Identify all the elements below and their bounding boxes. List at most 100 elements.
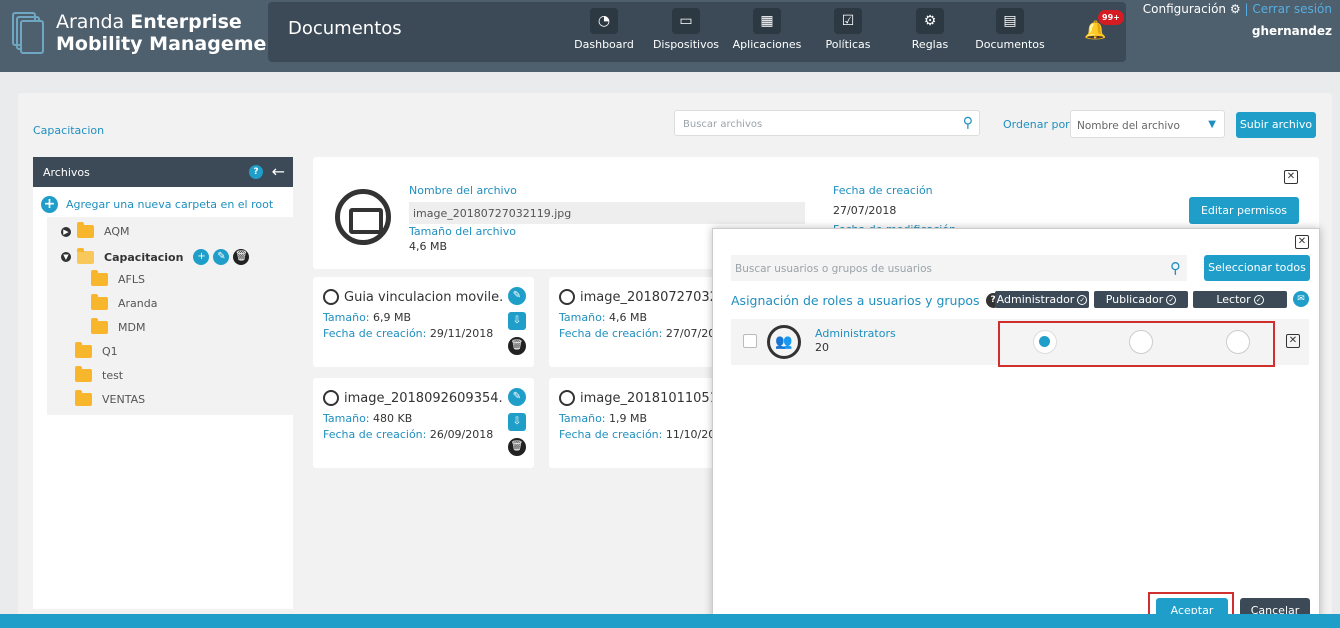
search-files-input[interactable]: Buscar archivos ⚲: [674, 110, 980, 136]
close-icon[interactable]: ✕: [1286, 334, 1300, 348]
select-all-button[interactable]: Seleccionar todos: [1204, 255, 1310, 281]
created-value: 27/07/2018: [833, 204, 897, 217]
file-card-title: Guia vinculacion movile...: [323, 289, 503, 305]
brand-line1-bold: Enterprise: [130, 11, 242, 33]
trash-icon[interactable]: 🗑: [508, 438, 526, 456]
nav-dashboard-label: Dashboard: [574, 38, 634, 51]
edit-icon[interactable]: ✎: [508, 287, 526, 305]
nav-reglas[interactable]: ⚙ Reglas: [888, 8, 972, 51]
size-value: 1,9 MB: [609, 412, 648, 425]
config-link[interactable]: Configuración: [1143, 2, 1226, 16]
folder-open-icon: [77, 247, 94, 264]
search-icon[interactable]: ⚲: [1170, 259, 1181, 277]
chevron-down-icon[interactable]: ▼: [61, 252, 71, 262]
nav-dashboard[interactable]: ◔ Dashboard: [562, 8, 646, 51]
brand[interactable]: Aranda Enterprise Mobility Management: [10, 10, 289, 56]
add-root-folder-label: Agregar una nueva carpeta en el root: [66, 198, 274, 211]
file-card-name: Guia vinculacion movile...: [344, 289, 503, 305]
breadcrumb[interactable]: Capacitacion: [33, 124, 104, 137]
row-checkbox[interactable]: [743, 334, 757, 348]
edit-icon[interactable]: ✎: [508, 388, 526, 406]
folder-icon: [77, 222, 94, 238]
mail-icon[interactable]: ✉: [1293, 291, 1309, 307]
close-icon[interactable]: ✕: [1284, 170, 1298, 184]
radio-publisher[interactable]: [1129, 330, 1153, 354]
trash-icon[interactable]: 🗑: [233, 249, 250, 265]
add-subfolder-icon[interactable]: +: [193, 249, 210, 265]
role-column-publisher[interactable]: Publicador ✓: [1094, 291, 1188, 308]
trash-icon[interactable]: 🗑: [508, 337, 526, 355]
edit-permissions-button[interactable]: Editar permisos: [1189, 197, 1299, 224]
nav-documentos-label: Documentos: [975, 38, 1045, 51]
folder-label: Q1: [102, 345, 118, 358]
folder-ventas[interactable]: VENTAS: [75, 390, 145, 406]
radio-reader[interactable]: [1226, 330, 1250, 354]
file-card[interactable]: image_2018092609354... Tamaño: 480 KB Fe…: [313, 378, 534, 468]
group-count: 20: [815, 341, 829, 354]
date-value: 29/11/2018: [429, 327, 494, 340]
edit-icon[interactable]: ✎: [213, 249, 230, 265]
folder-icon: [91, 294, 108, 310]
size-label: Tamaño:: [559, 311, 606, 324]
group-icon: 👥: [767, 325, 801, 359]
add-root-folder[interactable]: + Agregar una nueva carpeta en el root: [41, 196, 273, 213]
arrow-left-icon[interactable]: ←: [272, 162, 285, 181]
file-card-size: Tamaño: 1,9 MB: [559, 412, 647, 425]
assign-title-text: Asignación de roles a usuarios y grupos: [731, 293, 980, 308]
nav-politicas-label: Políticas: [825, 38, 871, 51]
folder-label: AFLS: [118, 273, 145, 286]
role-column-admin[interactable]: Administrador ✓: [995, 291, 1089, 308]
file-size-label: Tamaño del archivo: [409, 225, 516, 238]
rules-icon: ⚙: [916, 8, 944, 34]
role-column-reader[interactable]: Lector ✓: [1193, 291, 1287, 308]
nav-aplicaciones[interactable]: ▦ Aplicaciones: [725, 8, 809, 51]
nav-aplicaciones-label: Aplicaciones: [732, 38, 802, 51]
close-icon[interactable]: ✕: [1295, 235, 1309, 249]
folder-tree: ▶ AQM ▼ Capacitacion + ✎ 🗑 AFLS Aranda M…: [47, 217, 293, 415]
search-icon[interactable]: ⚲: [963, 115, 973, 131]
folder-afls[interactable]: AFLS: [91, 270, 145, 286]
nav-politicas[interactable]: ☑ Políticas: [806, 8, 890, 51]
document-icon: ▤: [996, 8, 1024, 34]
file-card-name: image_2018092609354...: [344, 390, 503, 406]
file-card-title: image_2018092609354...: [323, 390, 503, 406]
help-icon[interactable]: ?: [249, 165, 263, 179]
search-users-input[interactable]: Buscar usuarios o grupos de usuarios ⚲: [731, 255, 1187, 281]
download-icon[interactable]: ⇩: [508, 413, 526, 431]
folder-mdm[interactable]: MDM: [91, 318, 145, 334]
role-label: Administrador: [996, 293, 1075, 306]
order-select-value: Nombre del archivo: [1077, 120, 1180, 132]
logout-link[interactable]: | Cerrar sesión: [1244, 2, 1332, 16]
folder-test[interactable]: test: [75, 366, 123, 382]
folder-aqm[interactable]: ▶ AQM: [61, 222, 129, 238]
chevron-down-icon: ▼: [1208, 119, 1216, 130]
file-size-value: 4,6 MB: [409, 240, 448, 253]
folder-label: Aranda: [118, 297, 158, 310]
folder-capacitacion[interactable]: ▼ Capacitacion + ✎ 🗑: [61, 247, 250, 265]
brand-name: Aranda Enterprise Mobility Management: [56, 11, 289, 55]
folder-aranda[interactable]: Aranda: [91, 294, 158, 310]
role-label: Lector: [1216, 293, 1251, 306]
permissions-modal: ✕ Buscar usuarios o grupos de usuarios ⚲…: [712, 228, 1320, 628]
upload-button[interactable]: Subir archivo: [1236, 112, 1316, 138]
folder-q1[interactable]: Q1: [75, 342, 118, 358]
gear-icon[interactable]: ⚙: [1230, 2, 1241, 16]
folder-icon: [91, 270, 108, 286]
image-icon: [335, 189, 391, 245]
header-right: Configuración ⚙ | Cerrar sesión ghernand…: [1143, 2, 1332, 38]
chevron-right-icon[interactable]: ▶: [61, 226, 71, 237]
radio-admin[interactable]: [1033, 330, 1057, 354]
date-label: Fecha de creación:: [323, 327, 427, 340]
sidebar: Archivos ? ← + Agregar una nueva carpeta…: [33, 157, 293, 609]
date-label: Fecha de creación:: [323, 428, 427, 441]
size-value: 480 KB: [373, 412, 413, 425]
order-select[interactable]: Nombre del archivo ▼: [1070, 110, 1225, 138]
brand-line1-light: Aranda: [56, 11, 131, 33]
download-icon[interactable]: ⇩: [508, 312, 526, 330]
nav-documentos[interactable]: ▤ Documentos: [968, 8, 1052, 51]
file-card-size: Tamaño: 4,6 MB: [559, 311, 647, 324]
file-card[interactable]: Guia vinculacion movile... Tamaño: 6,9 M…: [313, 277, 534, 367]
date-value: 26/09/2018: [429, 428, 494, 441]
nav-panel: Documentos ◔ Dashboard ▭ Dispositivos ▦ …: [268, 2, 1126, 62]
nav-dispositivos[interactable]: ▭ Dispositivos: [644, 8, 728, 51]
